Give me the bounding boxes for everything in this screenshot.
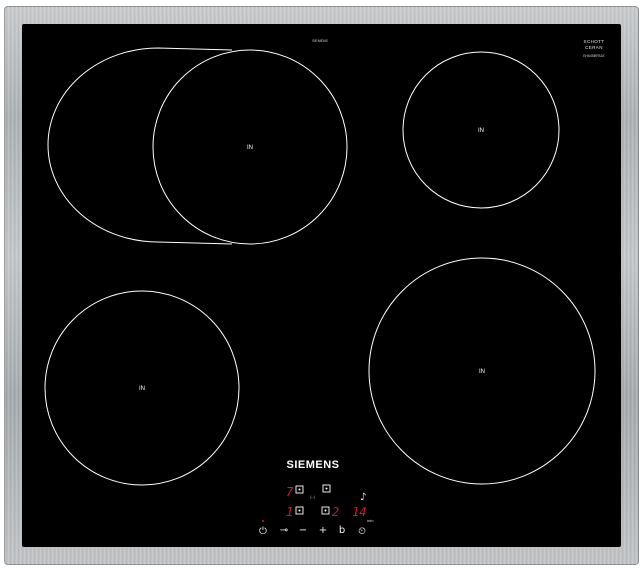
flex-zone-outline (47, 47, 233, 245)
timer-display: 14 (352, 505, 366, 519)
model-label-top: SIEMENS (312, 39, 328, 43)
schott-logo-line1: SCHOTT (584, 39, 605, 44)
zone-indicator-dot (324, 509, 327, 512)
timer-unit-label: min (367, 518, 373, 523)
control-panel: 7 |↔| ♪ 1 2 14 min ⏻ ⊸ − + b ⏲ (259, 484, 373, 537)
glass-model-number: EH645BFB1E (583, 54, 605, 58)
timer-clock-icon[interactable]: ⏲ (358, 526, 366, 537)
zone-label-in: IN (247, 145, 253, 151)
cooking-zone-back-right[interactable]: IN (402, 51, 560, 209)
power-indicator-led (262, 520, 264, 522)
zone-indicator-dot (298, 488, 301, 491)
bell-icon[interactable]: ♪ (360, 492, 366, 503)
cooking-zone-front-right[interactable]: IN (368, 257, 596, 485)
child-lock-icon[interactable]: ⊸ (280, 525, 288, 536)
zone-label-in: IN (478, 128, 484, 134)
zone-label-in: IN (479, 369, 485, 375)
plus-button[interactable]: + (319, 525, 327, 536)
boost-button[interactable]: b (339, 525, 345, 536)
power-button-icon[interactable]: ⏻ (259, 526, 267, 537)
cooking-zone-front-left[interactable]: IN (44, 290, 240, 486)
zone-level-display: 2 (332, 505, 339, 519)
schott-logo-line2: CERAN (585, 45, 603, 50)
power-level-display-bottom: 1 (286, 505, 293, 519)
cooking-zone-flex[interactable]: IN (47, 47, 348, 245)
zone-indicator-dot (298, 509, 301, 512)
flex-link-icon[interactable]: |↔| (310, 495, 315, 499)
cooktop-surface-drawing: SIEMENS SCHOTT CERAN EH645BFB1E IN IN IN… (44, 39, 606, 537)
power-level-display-top: 7 (286, 485, 294, 499)
zone-indicator-dot (325, 487, 328, 490)
siemens-logo: SIEMENS (286, 459, 339, 471)
zone-label-in: IN (139, 386, 145, 392)
minus-button[interactable]: − (299, 525, 307, 536)
